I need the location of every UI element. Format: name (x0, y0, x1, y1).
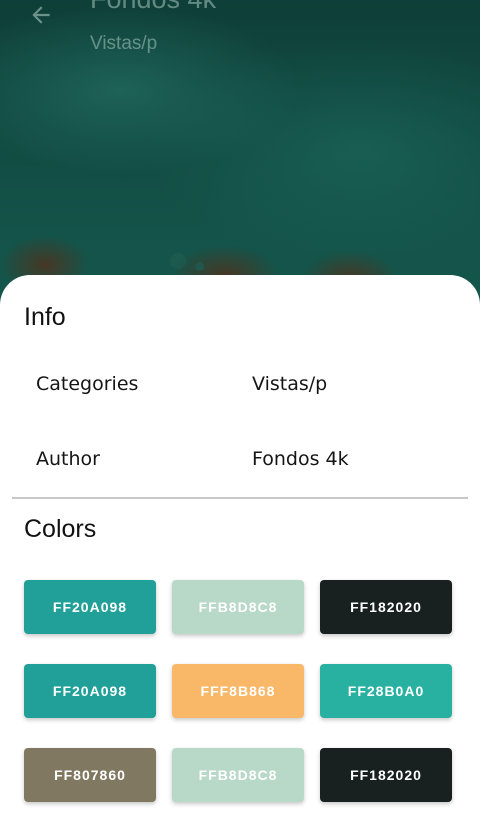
categories-value: Vistas/p (252, 373, 328, 395)
color-swatch[interactable]: FF182020 (320, 748, 452, 802)
section-divider (12, 497, 468, 499)
wallpaper-category: Vistas/p (90, 33, 158, 54)
color-swatch[interactable]: FFB8D8C8 (172, 748, 304, 802)
back-button[interactable] (26, 0, 56, 30)
color-swatch[interactable]: FFF8B868 (172, 664, 304, 718)
bokeh-dot (195, 262, 204, 271)
color-swatch[interactable]: FF20A098 (24, 664, 156, 718)
bokeh-dot (170, 253, 186, 269)
color-swatch[interactable]: FF182020 (320, 580, 452, 634)
wallpaper-title: Fondos 4k (90, 0, 216, 15)
info-heading: Info (24, 303, 66, 331)
categories-label: Categories (36, 373, 139, 395)
author-value: Fondos 4k (252, 448, 349, 470)
color-swatch[interactable]: FF28B0A0 (320, 664, 452, 718)
arrow-left-icon (32, 6, 50, 24)
author-label: Author (36, 448, 100, 470)
color-swatch[interactable]: FFB8D8C8 (172, 580, 304, 634)
details-sheet: Info Categories Vistas/p Author Fondos 4… (0, 275, 480, 823)
color-swatch[interactable]: FF807860 (24, 748, 156, 802)
colors-heading: Colors (24, 515, 97, 543)
color-swatch[interactable]: FF20A098 (24, 580, 156, 634)
